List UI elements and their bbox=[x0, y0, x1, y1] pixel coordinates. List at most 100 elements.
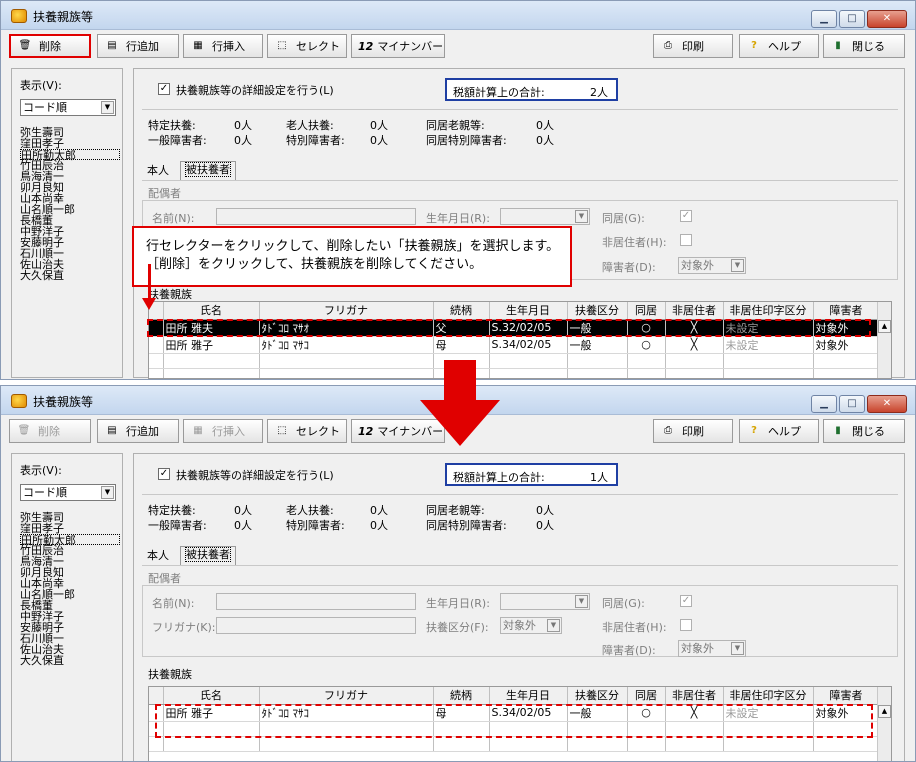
tokutei-value: 0人 bbox=[234, 119, 252, 132]
column-header: 扶養区分 bbox=[567, 302, 628, 320]
spouse-dokyo-label: 同居(G): bbox=[602, 212, 645, 225]
list-item[interactable]: 窪田孝子 bbox=[20, 138, 120, 149]
cell-hikyojusha[interactable]: ╳ bbox=[665, 336, 724, 354]
tax-total-box: 税額計算上の合計: 1人 bbox=[445, 463, 618, 486]
employee-panel: 表示(V): コード順 ▼ 弥生壽司 窪田孝子 田所勤太郎 竹田辰治 鳥海清一 … bbox=[11, 453, 123, 761]
question-icon: ? bbox=[751, 40, 757, 51]
close-button[interactable]: ▮ 閉じる bbox=[823, 419, 905, 443]
transition-arrow-icon bbox=[420, 360, 500, 446]
sort-select[interactable]: コード順 ▼ bbox=[20, 484, 116, 501]
add-row-button[interactable]: ▤ 行追加 bbox=[97, 34, 179, 58]
sort-select[interactable]: コード順 ▼ bbox=[20, 99, 116, 116]
selected-row-highlight bbox=[147, 319, 871, 337]
cell-birth[interactable]: S.34/02/05 bbox=[489, 336, 568, 354]
insert-row-button[interactable]: ▦ 行挿入 bbox=[183, 419, 263, 443]
tab-divider bbox=[142, 565, 898, 566]
rojin-value: 0人 bbox=[370, 504, 388, 517]
column-header: 生年月日 bbox=[489, 687, 568, 705]
select-button[interactable]: ⬚ セレクト bbox=[267, 419, 347, 443]
minimize-button[interactable]: ▁ bbox=[811, 10, 837, 28]
chevron-down-icon: ▼ bbox=[731, 259, 744, 272]
spouse-shogaisha-select[interactable]: 対象外 ▼ bbox=[678, 257, 746, 274]
detail-checkbox[interactable]: ✓ bbox=[158, 468, 170, 480]
maximize-button[interactable]: □ bbox=[839, 10, 865, 28]
help-button[interactable]: ? ヘルプ bbox=[739, 34, 819, 58]
spouse-fuyo-select[interactable]: 対象外 ▼ bbox=[500, 617, 562, 634]
dependents-table: 氏名 フリガナ 続柄 生年月日 扶養区分 同居 非居住者 非居住印字区分 障害者… bbox=[149, 302, 880, 378]
divider bbox=[142, 109, 898, 110]
dependents-label: 扶養親族 bbox=[148, 668, 192, 681]
scroll-up-icon[interactable]: ▲ bbox=[878, 320, 891, 333]
table-header: 氏名 フリガナ 続柄 生年月日 扶養区分 同居 非居住者 非居住印字区分 障害者 bbox=[149, 302, 880, 320]
detail-checkbox-label: 扶養親族等の詳細設定を行う(L) bbox=[176, 469, 334, 482]
app-icon bbox=[11, 394, 27, 408]
tab-honnin[interactable]: 本人 bbox=[142, 163, 174, 180]
spouse-shogaisha-label: 障害者(D): bbox=[602, 644, 656, 657]
close-window-button[interactable]: ✕ bbox=[867, 395, 907, 413]
dependents-grid-before: 氏名 フリガナ 続柄 生年月日 扶養区分 同居 非居住者 非居住印字区分 障害者… bbox=[148, 301, 892, 379]
help-button[interactable]: ? ヘルプ bbox=[739, 419, 819, 443]
instruction-callout: 行セレクターをクリックして、削除したい「扶養親族」を選択します。 ［削除］をクリ… bbox=[132, 226, 572, 287]
insert-row-icon: ▦ bbox=[193, 425, 203, 436]
scroll-up-icon[interactable]: ▲ bbox=[878, 705, 891, 718]
tokutei-value: 0人 bbox=[234, 504, 252, 517]
close-button[interactable]: ▮ 閉じる bbox=[823, 34, 905, 58]
table-row[interactable]: 田所 雅子 ﾀﾄﾞｺﾛ ﾏｻｺ 母 S.34/02/05 一般 ○ ╳ 未設定 … bbox=[149, 336, 880, 354]
dokyo-rojin-label: 同居老親等: bbox=[426, 504, 485, 517]
spouse-shogaisha-select[interactable]: 対象外 ▼ bbox=[678, 640, 746, 657]
tab-honnin[interactable]: 本人 bbox=[142, 548, 174, 565]
mynumber-button[interactable]: 12 マイナンバー bbox=[351, 34, 445, 58]
column-header: 同居 bbox=[627, 302, 666, 320]
mynumber-icon: 12 bbox=[358, 39, 374, 53]
list-item[interactable]: 窪田孝子 bbox=[20, 523, 120, 534]
add-row-icon: ▤ bbox=[107, 40, 117, 51]
select-button[interactable]: ⬚ セレクト bbox=[267, 34, 347, 58]
tab-hifuyosha[interactable]: 被扶養者 bbox=[180, 161, 236, 180]
spouse-birth-select[interactable]: ▼ bbox=[500, 208, 590, 225]
detail-checkbox[interactable]: ✓ bbox=[158, 83, 170, 95]
cell-fuyo[interactable]: 一般 bbox=[567, 336, 628, 354]
print-button[interactable]: ⎙ 印刷 bbox=[653, 34, 733, 58]
dokyo-tokubetsu-label: 同居特別障害者: bbox=[426, 134, 507, 147]
table-row[interactable] bbox=[149, 736, 880, 752]
spouse-name-input[interactable] bbox=[216, 593, 416, 610]
dokyo-tokubetsu-value: 0人 bbox=[536, 134, 554, 147]
spouse-group-label: 配偶者 bbox=[148, 572, 181, 585]
list-item[interactable]: 大久保直 bbox=[20, 655, 120, 666]
spouse-dokyo-checkbox[interactable]: ✓ bbox=[680, 595, 692, 607]
delete-button[interactable]: 🗑 削除 bbox=[9, 34, 91, 58]
rojin-label: 老人扶養: bbox=[286, 119, 334, 132]
list-item[interactable]: 大久保直 bbox=[20, 270, 120, 281]
close-window-button[interactable]: ✕ bbox=[867, 10, 907, 28]
spouse-name-input[interactable] bbox=[216, 208, 416, 225]
spouse-name-label: 名前(N): bbox=[152, 212, 195, 225]
print-button[interactable]: ⎙ 印刷 bbox=[653, 419, 733, 443]
minimize-button[interactable]: ▁ bbox=[811, 395, 837, 413]
spouse-dokyo-checkbox[interactable]: ✓ bbox=[680, 210, 692, 222]
cell-shogaisha[interactable]: 対象外 bbox=[813, 336, 880, 354]
vertical-scrollbar[interactable]: ▲ bbox=[877, 302, 891, 378]
cell-furigana[interactable]: ﾀﾄﾞｺﾛ ﾏｻｺ bbox=[259, 336, 434, 354]
row-selector[interactable] bbox=[149, 336, 164, 354]
table-row[interactable] bbox=[149, 368, 880, 378]
spouse-furigana-input[interactable] bbox=[216, 617, 416, 634]
cell-relation[interactable]: 母 bbox=[433, 336, 490, 354]
table-row[interactable] bbox=[149, 353, 880, 369]
vertical-scrollbar[interactable]: ▲ bbox=[877, 687, 891, 761]
add-row-button[interactable]: ▤ 行追加 bbox=[97, 419, 179, 443]
spouse-birth-select[interactable]: ▼ bbox=[500, 593, 590, 610]
column-header: 続柄 bbox=[433, 687, 490, 705]
spouse-hikyojusha-checkbox[interactable] bbox=[680, 234, 692, 246]
tab-hifuyosha[interactable]: 被扶養者 bbox=[180, 546, 236, 565]
toolbar: 🗑 削除 ▤ 行追加 ▦ 行挿入 ⬚ セレクト 12 マイナンバー ⎙ 印刷 ? ヘルプ ▮ 閉… bbox=[1, 32, 915, 60]
spouse-hikyojusha-checkbox[interactable] bbox=[680, 619, 692, 631]
tax-total-value: 1人 bbox=[590, 471, 608, 484]
cell-dokyo[interactable]: ○ bbox=[627, 336, 666, 354]
cell-name[interactable]: 田所 雅子 bbox=[163, 336, 260, 354]
instruction-line-2: ［削除］をクリックして、扶養親族を削除してください。 bbox=[146, 257, 483, 272]
cell-hikyo-print[interactable]: 未設定 bbox=[723, 336, 814, 354]
trash-icon: 🗑 bbox=[18, 40, 32, 51]
delete-button[interactable]: 🗑 削除 bbox=[9, 419, 91, 443]
maximize-button[interactable]: □ bbox=[839, 395, 865, 413]
insert-row-button[interactable]: ▦ 行挿入 bbox=[183, 34, 263, 58]
